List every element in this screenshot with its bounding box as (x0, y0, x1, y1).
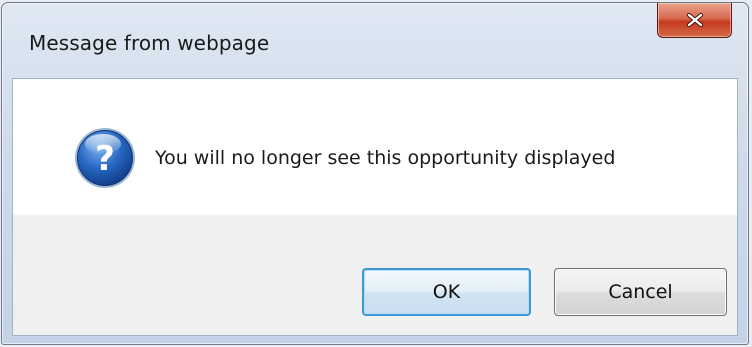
svg-text:?: ? (95, 139, 115, 179)
dialog-message: You will no longer see this opportunity … (155, 147, 616, 169)
question-icon: ? (73, 126, 137, 190)
dialog-title: Message from webpage (29, 31, 270, 55)
close-button[interactable] (657, 3, 732, 38)
dialog-titlebar[interactable]: Message from webpage (2, 3, 748, 79)
message-dialog: Message from webpage ? You will no longe… (1, 2, 749, 345)
message-area: ? You will no longer see this opportunit… (13, 79, 737, 215)
dialog-content: ? You will no longer see this opportunit… (12, 78, 738, 336)
cancel-button[interactable]: Cancel (554, 268, 727, 316)
ok-button[interactable]: OK (362, 268, 531, 316)
close-icon (684, 12, 706, 28)
